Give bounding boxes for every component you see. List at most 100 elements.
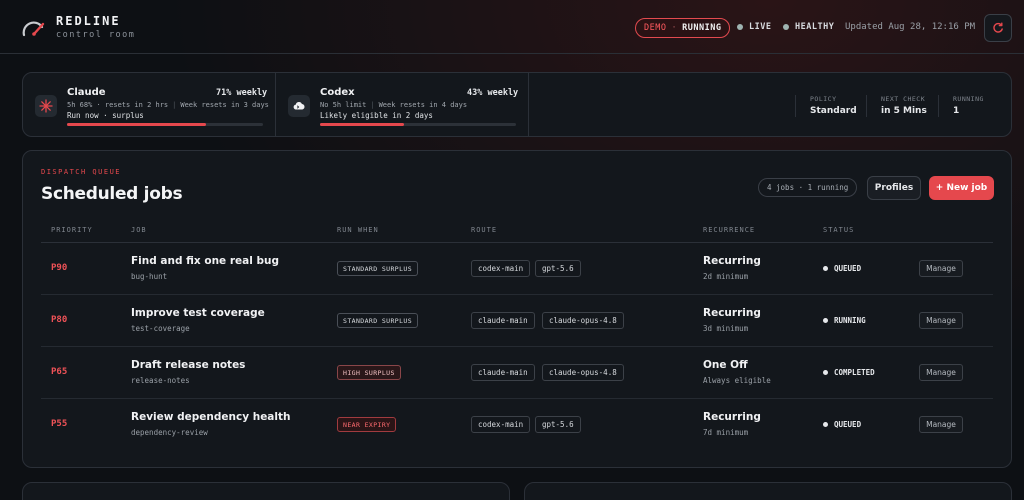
meter-detail-week: Week resets in 4 days <box>378 101 468 109</box>
manage-button[interactable]: Manage <box>919 312 963 329</box>
meter-note: Likely eligible in 2 days <box>320 111 433 120</box>
row-status: COMPLETED <box>823 368 875 377</box>
meter-detail: No 5h limit | Week resets in 4 days <box>320 101 468 109</box>
row-job-title: Review dependency health <box>131 411 291 423</box>
row-run-when-tag: STANDARD SURPLUS <box>337 313 419 328</box>
section-eyebrow: DISPATCH QUEUE <box>41 168 122 176</box>
row-recurrence-detail: Always eligible <box>703 376 771 385</box>
health-dot-icon <box>783 24 789 30</box>
section-title: Scheduled jobs <box>41 184 183 204</box>
updated-timestamp: Updated Aug 28, 12:16 PM <box>845 22 976 32</box>
row-job-title: Draft release notes <box>131 359 246 371</box>
row-recurrence: Recurring <box>703 255 761 267</box>
meter-progress-fill <box>67 123 207 126</box>
stat-divider <box>795 95 796 117</box>
stat-label: NEXT CHECK <box>881 95 926 103</box>
row-recurrence-detail: 2d minimum <box>703 272 749 281</box>
stat-label: POLICY <box>810 95 837 103</box>
cloud-icon <box>288 95 310 117</box>
meter-name: Codex <box>320 87 355 98</box>
status-dot-icon <box>823 422 828 427</box>
job-count-badge: 4 jobs · 1 running <box>758 178 858 197</box>
row-priority: P55 <box>51 419 68 429</box>
column-header-priority: PRIORITY <box>51 226 93 234</box>
meter-name: Claude <box>67 87 106 98</box>
usage-meter-claude: Claude 71% weekly 5h 68% · resets in 2 h… <box>23 73 275 136</box>
table-row[interactable]: P55 Review dependency health dependency-… <box>41 399 993 451</box>
mode-separator: · <box>671 23 678 33</box>
mode-state: RUNNING <box>682 23 722 33</box>
row-run-when-tag: NEAR EXPIRY <box>337 417 397 432</box>
row-job-slug: bug-hunt <box>131 272 168 281</box>
health-indicator: HEALTHY <box>783 22 834 32</box>
row-job-slug: test-coverage <box>131 324 190 333</box>
live-dot-icon <box>737 24 743 30</box>
refresh-icon <box>993 22 1003 33</box>
refresh-button[interactable] <box>984 14 1012 42</box>
stat-divider <box>866 95 867 117</box>
status-dot-icon <box>823 266 828 271</box>
status-dot-icon <box>823 318 828 323</box>
row-priority: P80 <box>51 315 68 325</box>
row-status: QUEUED <box>823 420 861 429</box>
meter-note: Run now · surplus <box>67 111 144 120</box>
meter-progress-fill <box>320 123 405 126</box>
mode-badge: DEMO · RUNNING <box>635 18 731 38</box>
mode-label: DEMO <box>644 23 667 33</box>
row-status-label: QUEUED <box>834 420 862 429</box>
usage-panel: Claude 71% weekly 5h 68% · resets in 2 h… <box>22 72 1012 137</box>
gauge-logo-icon <box>22 20 45 36</box>
row-status-label: COMPLETED <box>834 368 875 377</box>
row-job-title: Find and fix one real bug <box>131 255 279 267</box>
stat-running: RUNNING 1 <box>953 95 984 116</box>
usage-meter-codex: Codex 43% weekly No 5h limit | Week resets… <box>276 73 528 136</box>
row-recurrence: Recurring <box>703 307 761 319</box>
row-status-label: RUNNING <box>834 316 866 325</box>
column-header-job: JOB <box>131 226 147 234</box>
meter-divider <box>528 73 529 136</box>
meter-progress-track <box>320 123 516 126</box>
stat-value: in 5 Mins <box>881 106 927 116</box>
meter-weekly: 71% weekly <box>216 88 268 98</box>
dispatch-queue-panel: DISPATCH QUEUE Scheduled jobs 4 jobs · 1… <box>22 150 1012 468</box>
new-job-button[interactable]: + New job <box>929 176 994 200</box>
row-run-when-tag: STANDARD SURPLUS <box>337 261 419 276</box>
meter-weekly: 43% weekly <box>467 88 519 98</box>
table-header: PRIORITY JOB RUN WHEN ROUTE RECURRENCE S… <box>41 221 993 243</box>
row-model-chip: claude-opus-4.8 <box>542 364 624 381</box>
stat-next-check: NEXT CHECK in 5 Mins <box>881 95 927 116</box>
status-dot-icon <box>823 370 828 375</box>
row-status-label: QUEUED <box>834 264 862 273</box>
health-label: HEALTHY <box>795 22 835 32</box>
meter-progress-track <box>67 123 263 126</box>
manage-button[interactable]: Manage <box>919 416 963 433</box>
column-header-recurrence: RECURRENCE <box>703 226 756 234</box>
row-route-chip: codex-main <box>471 260 531 277</box>
row-status: QUEUED <box>823 264 861 273</box>
row-status: RUNNING <box>823 316 866 325</box>
live-indicator: LIVE <box>737 22 771 32</box>
row-model-chip: gpt-5.6 <box>535 260 581 277</box>
row-model-chip: claude-opus-4.8 <box>542 312 624 329</box>
column-header-status: STATUS <box>823 226 855 234</box>
meter-detail-session: 5h 68% · resets in 2 hrs <box>67 101 169 109</box>
profiles-button[interactable]: Profiles <box>867 176 921 200</box>
table-row[interactable]: P80 Improve test coverage test-coverage … <box>41 295 993 347</box>
manage-button[interactable]: Manage <box>919 260 963 277</box>
burst-icon <box>35 95 57 117</box>
row-recurrence-detail: 7d minimum <box>703 428 749 437</box>
app-title: REDLINE <box>56 14 121 28</box>
meter-detail-week: Week resets in 3 days <box>180 101 269 109</box>
column-header-route: ROUTE <box>471 226 498 234</box>
stat-policy: POLICY Standard <box>810 95 857 116</box>
table-row[interactable]: P90 Find and fix one real bug bug-hunt S… <box>41 243 993 295</box>
row-route-chip: claude-main <box>471 364 535 381</box>
app-subtitle: control room <box>56 30 136 40</box>
row-job-slug: dependency-review <box>131 428 208 437</box>
row-priority: P65 <box>51 367 68 377</box>
manage-button[interactable]: Manage <box>919 364 963 381</box>
brand[interactable]: REDLINE control room <box>22 14 135 41</box>
table-row[interactable]: P65 Draft release notes release-notes HI… <box>41 347 993 399</box>
row-priority: P90 <box>51 263 68 273</box>
row-run-when-tag: HIGH SURPLUS <box>337 365 401 380</box>
